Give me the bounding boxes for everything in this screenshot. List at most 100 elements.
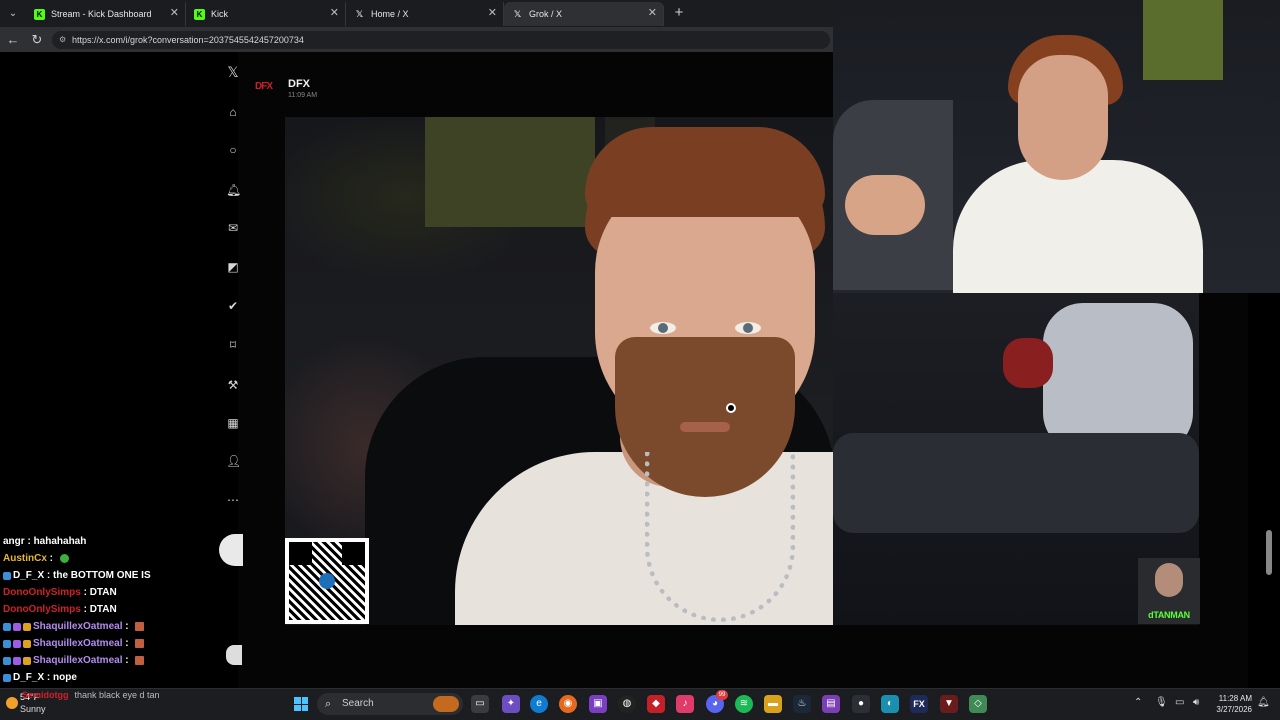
firefox-icon[interactable]: ◉ xyxy=(559,695,577,713)
more-icon[interactable]: ⋯ xyxy=(226,493,240,507)
verified-icon[interactable]: ✔ xyxy=(226,299,240,313)
pixel-art-poster xyxy=(1143,0,1223,80)
windows-start-icon[interactable] xyxy=(294,697,308,711)
chat-line: DonoOnlySimps : DTAN xyxy=(3,601,233,618)
app-red-icon[interactable]: ◆ xyxy=(647,695,665,713)
chat-username[interactable]: DonoOnlySimps xyxy=(3,584,81,601)
scrollbar-thumb[interactable] xyxy=(1266,530,1272,575)
communities-icon[interactable]: ▦ xyxy=(226,416,240,430)
chat-username[interactable]: ShaquillexOatmeal xyxy=(33,652,122,669)
dm-avatar-logo[interactable]: DFX xyxy=(255,81,279,95)
kick-icon: K xyxy=(194,8,205,20)
fx-app-icon[interactable]: FX xyxy=(910,695,928,713)
reload-icon[interactable]: ↻ xyxy=(29,32,45,48)
close-icon[interactable]: ✕ xyxy=(648,6,657,19)
grok-icon[interactable]: ◩ xyxy=(226,260,240,274)
spotify-icon[interactable]: ≋ xyxy=(735,695,753,713)
chat-username: Semidotgg xyxy=(22,690,69,700)
tab-search-chevron-icon[interactable]: ⌄ xyxy=(4,5,22,23)
tab-kick[interactable]: K Kick ✕ xyxy=(186,2,346,26)
chat-badge-icon xyxy=(3,639,11,648)
sun-icon xyxy=(6,697,18,709)
app-icon[interactable]: ▣ xyxy=(589,695,607,713)
network-icon[interactable]: ▭ xyxy=(1175,697,1184,708)
taskbar-search[interactable]: ⌕ Search xyxy=(317,693,463,715)
chat-username[interactable]: DonoOnlySimps xyxy=(3,601,81,618)
app-green-icon[interactable]: ◇ xyxy=(969,695,987,713)
explore-icon[interactable]: ○ xyxy=(226,143,240,157)
clothes-pile xyxy=(1043,303,1193,453)
chat-separator: : xyxy=(24,536,34,547)
chat-line: DonoOnlySimps : DTAN xyxy=(3,584,233,601)
task-view-icon[interactable]: ▭ xyxy=(471,695,489,713)
url-field[interactable]: ⚙ https://x.com/i/grok?conversation=2037… xyxy=(52,31,830,49)
copilot-icon[interactable]: ✦ xyxy=(502,695,520,713)
x-logo-icon[interactable]: 𝕏 xyxy=(226,65,240,79)
obs-icon[interactable]: ◍ xyxy=(618,695,636,713)
steam-icon[interactable]: ♨ xyxy=(793,695,811,713)
chat-message: the BOTTOM ONE IS xyxy=(53,570,151,581)
red-object xyxy=(1003,338,1053,388)
volume-icon[interactable]: 🔊︎ xyxy=(1193,697,1199,708)
app-dark-icon[interactable]: ● xyxy=(852,695,870,713)
chat-line: angr : hahahahah xyxy=(3,533,233,550)
close-icon[interactable]: ✕ xyxy=(170,6,179,19)
mouth xyxy=(680,422,730,432)
app-purple-icon[interactable]: ▤ xyxy=(822,695,840,713)
chat-separator: : xyxy=(122,638,132,649)
app-game-icon[interactable]: ▼ xyxy=(940,695,958,713)
chat-username[interactable]: D_F_X xyxy=(13,669,44,686)
file-explorer-icon[interactable]: ▬ xyxy=(764,695,782,713)
right-eye xyxy=(735,322,761,334)
small-cam-face xyxy=(1155,563,1183,597)
chat-line: D_F_X : nope xyxy=(3,669,233,686)
edge-icon[interactable]: e xyxy=(530,695,548,713)
chat-username[interactable]: AustinCx xyxy=(3,550,47,567)
chat-badge-icon xyxy=(3,571,11,580)
wall-poster xyxy=(425,117,595,227)
jobs-icon[interactable]: ⚒ xyxy=(226,378,240,392)
search-label: Search xyxy=(342,698,374,709)
messages-icon[interactable]: ✉ xyxy=(226,221,240,235)
dm-sender-name[interactable]: DFX xyxy=(288,78,310,90)
profile-icon[interactable]: 👤︎ xyxy=(226,454,241,468)
tab-home-x[interactable]: 𝕏 Home / X ✕ xyxy=(346,2,504,26)
microphone-icon[interactable]: 🎙︎ xyxy=(1155,697,1168,708)
site-info-icon[interactable]: ⚙ xyxy=(59,31,66,49)
bookmarks-icon[interactable]: ⌑ xyxy=(226,338,240,352)
hair-top xyxy=(585,127,825,217)
chat-line: ShaquillexOatmeal : xyxy=(3,618,233,635)
notification-bell-icon[interactable]: 🔔︎ xyxy=(1257,697,1270,708)
close-icon[interactable]: ✕ xyxy=(488,6,497,19)
chat-emote-icon xyxy=(135,656,145,665)
chat-username[interactable]: ShaquillexOatmeal xyxy=(33,618,122,635)
chat-badge-icon xyxy=(3,673,11,682)
windows-taskbar: 54°F Sunny xyxy=(0,688,1280,720)
cam-label: dTANMAN xyxy=(1148,610,1190,620)
chat-separator: : xyxy=(46,553,56,564)
chat-username[interactable]: ShaquillexOatmeal xyxy=(33,635,122,652)
chat-line: ShaquillexOatmeal : xyxy=(3,635,233,652)
kick-icon: K xyxy=(34,8,45,20)
chat-username[interactable]: D_F_X xyxy=(13,567,44,584)
itunes-icon[interactable]: ♪ xyxy=(676,695,694,713)
tray-chevron-icon[interactable]: ⌃ xyxy=(1134,697,1142,708)
home-icon[interactable]: ⌂ xyxy=(226,105,240,119)
silver-chain xyxy=(645,452,795,622)
tab-kick-dashboard[interactable]: K Stream - Kick Dashboard ✕ xyxy=(26,2,186,26)
new-tab-button[interactable]: + xyxy=(670,4,688,22)
notifications-icon[interactable]: 🔔︎ xyxy=(226,183,241,197)
mouse-cursor-icon xyxy=(726,403,736,413)
back-arrow-icon[interactable]: ← xyxy=(5,32,21,48)
chat-username[interactable]: angr xyxy=(3,533,25,550)
app-blue-icon[interactable]: ◐ xyxy=(881,695,899,713)
streamer-hand xyxy=(845,175,925,235)
taskbar-clock[interactable]: 11:28 AM 3/27/2026 xyxy=(1212,693,1252,715)
chat-message: DTAN xyxy=(89,604,117,615)
tab-grok-x[interactable]: 𝕏 Grok / X ✕ xyxy=(504,2,664,26)
tab-label: Kick xyxy=(211,9,229,19)
x-icon: 𝕏 xyxy=(513,8,522,19)
webcam-feed xyxy=(833,0,1280,293)
tab-label: Grok / X xyxy=(529,9,563,19)
close-icon[interactable]: ✕ xyxy=(330,6,339,19)
